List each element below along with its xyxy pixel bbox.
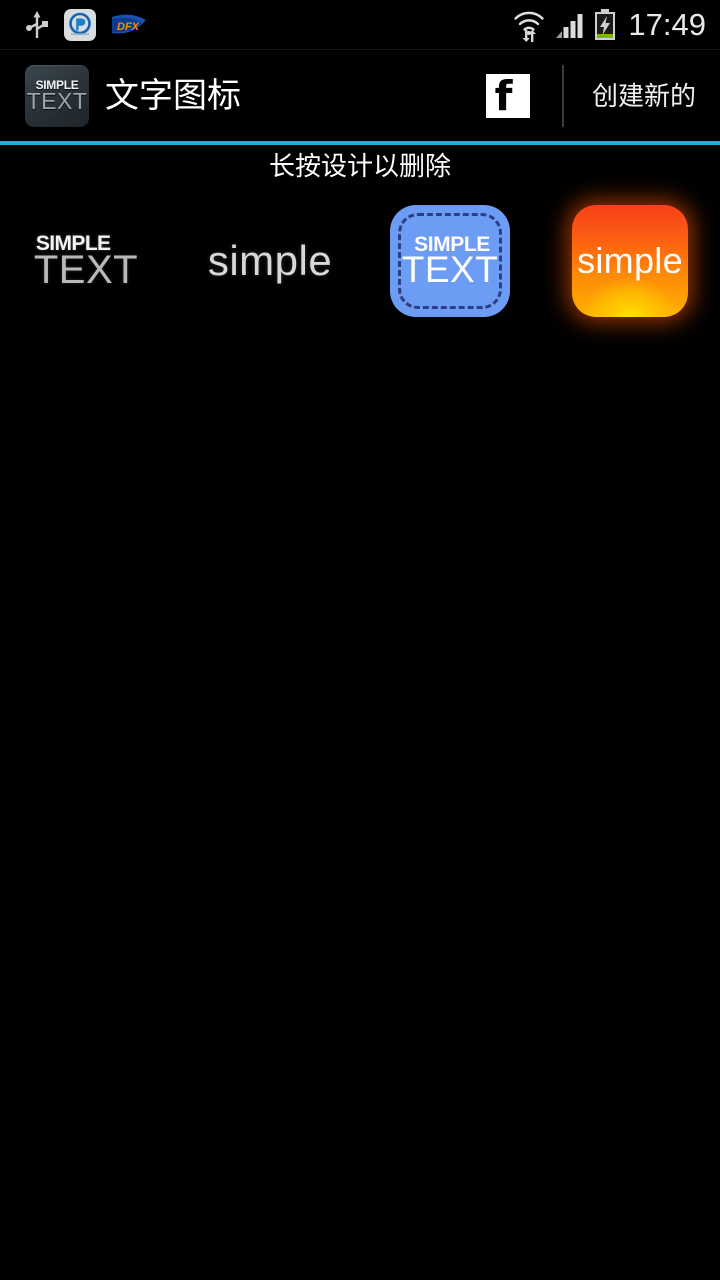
design-orange-line1: simple [577,240,683,281]
facebook-icon: f [494,72,513,120]
designs-area: 长按设计以删除 SIMPLE TEXT simple SIMPLE TEXT s… [0,145,720,1280]
pico-app-icon [64,8,96,41]
design-item-blue-dashed[interactable]: SIMPLE TEXT [360,195,540,327]
status-bar-left-icons: DFX [24,8,148,41]
delete-hint-label: 长按设计以删除 [268,151,451,181]
app-logo-icon: SIMPLE TEXT [25,64,89,127]
designs-grid: SIMPLE TEXT simple SIMPLE TEXT simple [0,195,720,327]
status-bar: DFX 17:49 [0,0,720,50]
action-bar-divider [561,64,564,127]
svg-text:DFX: DFX [117,21,140,33]
design-preview-plain: SIMPLE TEXT [33,233,139,292]
design-lowercase-line1: simple [207,237,333,284]
design-plain-line2: TEXT [33,247,139,292]
app-logo-line2: TEXT [26,87,88,114]
design-item-lowercase-simple[interactable]: simple [180,195,360,327]
action-bar-actions: f 创建新的 [485,50,704,141]
signal-icon [555,11,585,39]
status-bar-right-icons: 17:49 [512,8,706,42]
design-item-plain-simple-text[interactable]: SIMPLE TEXT [0,195,180,327]
battery-charging-icon [594,8,616,41]
wifi-icon [512,8,546,42]
create-new-button[interactable]: 创建新的 [592,83,704,109]
status-clock: 17:49 [628,7,706,42]
design-blue-line2: TEXT [401,249,499,290]
usb-icon [24,10,50,40]
action-bar: SIMPLE TEXT 文字图标 f 创建新的 [0,50,720,141]
page-title: 文字图标 [105,76,241,115]
facebook-button[interactable]: f [485,72,530,120]
design-preview-blue: SIMPLE TEXT [390,205,510,317]
design-item-orange-gradient[interactable]: simple [540,195,720,327]
design-preview-orange: simple [572,205,688,317]
dfx-audio-icon: DFX [110,11,148,39]
